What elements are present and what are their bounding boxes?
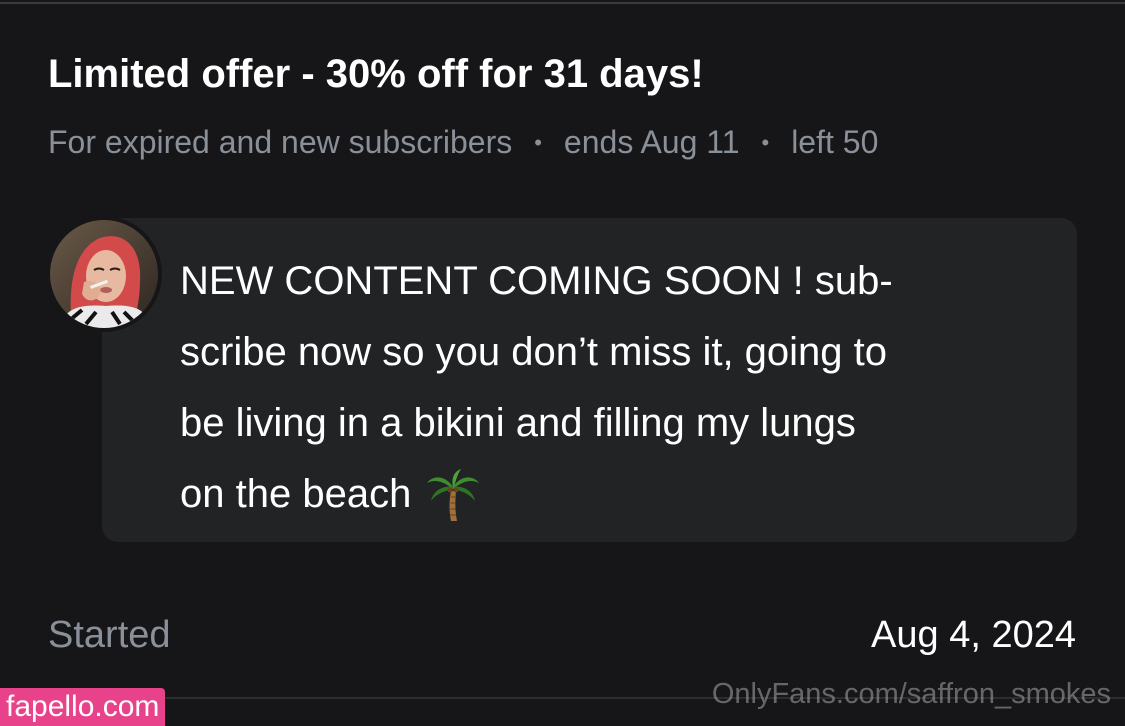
meta-separator: • — [534, 129, 542, 155]
offer-audience: For expired and new subscribers — [48, 124, 513, 160]
avatar-image — [50, 220, 158, 328]
message-line: scribe now so you don’t miss it, going t… — [180, 330, 888, 374]
meta-separator: • — [761, 129, 770, 155]
started-date: Aug 4, 2024 — [871, 614, 1076, 656]
offer-meta: For expired and new subscribers • ends A… — [48, 124, 878, 161]
watermark-badge: fapello.com — [0, 688, 166, 726]
message-line-last: on the beach — [180, 459, 1060, 530]
offer-remaining: left 50 — [791, 124, 879, 160]
palm-tree-icon — [425, 467, 481, 523]
avatar[interactable] — [50, 220, 158, 328]
watermark-text: OnlyFans.com/saffron_smokes — [711, 678, 1111, 710]
message-text: NEW CONTENT COMING SOON ! sub- scribe no… — [180, 246, 1060, 530]
message-line: NEW CONTENT COMING SOON ! sub- — [180, 259, 893, 303]
message-line: on the beach — [180, 472, 412, 516]
offer-title: Limited offer - 30% off for 31 days! — [48, 52, 704, 96]
offer-ends: ends Aug 11 — [563, 124, 740, 160]
message-line: be living in a bikini and filling my lun… — [180, 401, 856, 445]
started-label: Started — [48, 614, 171, 656]
top-divider — [0, 2, 1125, 4]
